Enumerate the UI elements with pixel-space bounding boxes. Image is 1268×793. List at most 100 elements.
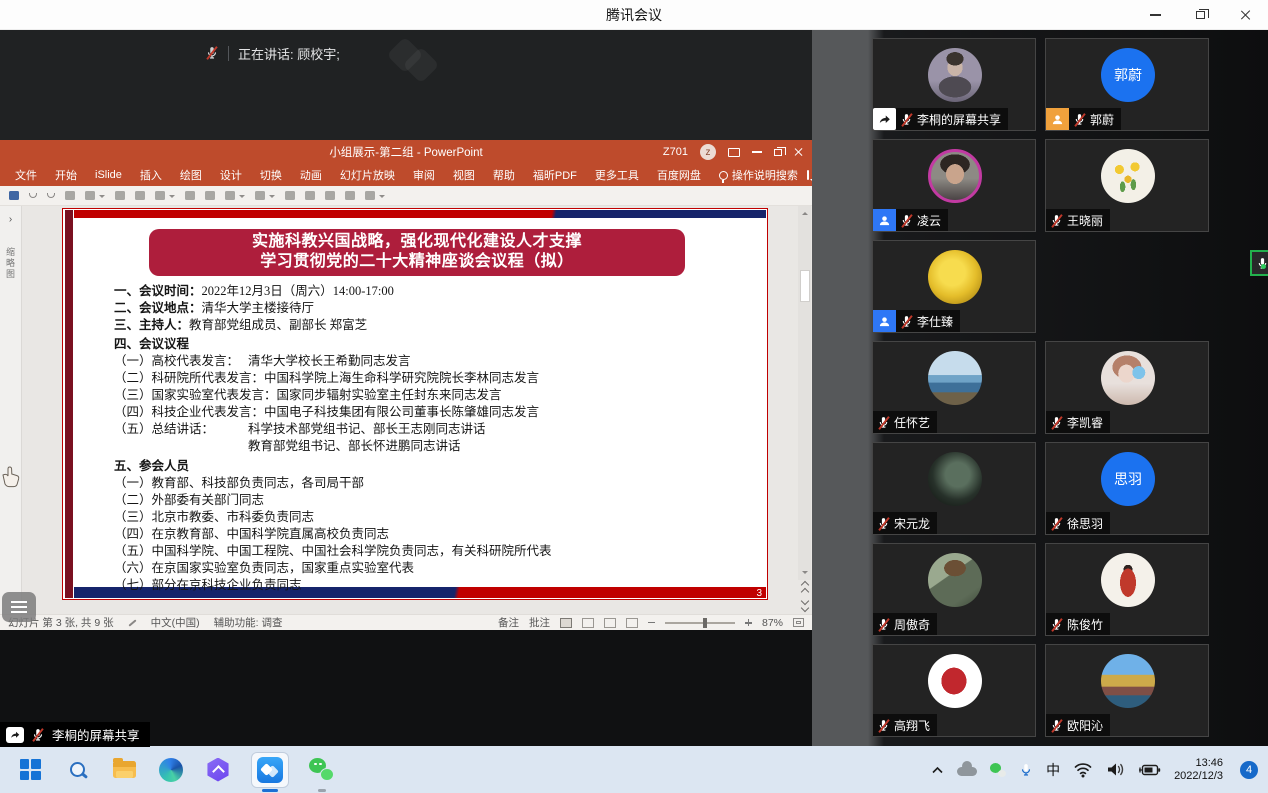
normal-view-icon[interactable]: [560, 618, 572, 628]
dropdown-caret-icon[interactable]: [99, 195, 105, 201]
ribbon-display-options-icon[interactable]: [728, 148, 740, 157]
vertical-scrollbar[interactable]: [798, 206, 811, 580]
ppt-close-icon[interactable]: [794, 147, 804, 157]
search-button[interactable]: [63, 754, 91, 786]
slide-sorter-view-icon[interactable]: [582, 618, 594, 628]
zoom-percent[interactable]: 87%: [762, 617, 783, 629]
participant-tile[interactable]: 陈俊竹: [1045, 543, 1209, 636]
notification-badge[interactable]: 4: [1240, 761, 1258, 779]
redo-icon[interactable]: [47, 193, 55, 198]
text-box-icon[interactable]: [345, 191, 355, 200]
reading-view-icon[interactable]: [604, 618, 616, 628]
thumbnail-pane-collapsed[interactable]: › 缩略图: [0, 206, 22, 614]
tab-insert[interactable]: 插入: [131, 164, 171, 186]
participant-tile[interactable]: 周傲奇: [872, 543, 1036, 636]
restore-button[interactable]: [1178, 0, 1223, 30]
align-center-icon[interactable]: [205, 191, 215, 200]
chart-icon[interactable]: [325, 191, 335, 200]
next-slide-button[interactable]: [802, 598, 808, 611]
clock[interactable]: 13:46 2022/12/3: [1174, 757, 1223, 783]
album-icon[interactable]: [255, 191, 265, 200]
accessibility-status[interactable]: 辅助功能: 调查: [214, 615, 283, 630]
close-button[interactable]: [1223, 0, 1268, 30]
minimize-button[interactable]: [1133, 0, 1178, 30]
shapes-icon[interactable]: [135, 191, 145, 200]
qat-overflow-icon[interactable]: [379, 195, 385, 201]
account-avatar[interactable]: z: [700, 144, 716, 160]
fit-slide-icon[interactable]: [793, 618, 804, 627]
cloud-sync-icon[interactable]: [957, 763, 977, 776]
zoom-slider-knob[interactable]: [703, 618, 707, 628]
slide-canvas[interactable]: 3 实施科教兴国战略，强化现代化建设人才支撑 学习贯彻党的二十大精神座谈会议程（…: [62, 208, 768, 600]
participant-tile[interactable]: 李仕臻: [872, 240, 1036, 333]
slideshow-view-icon[interactable]: [626, 618, 638, 628]
ime-indicator[interactable]: 中: [1046, 760, 1060, 780]
tab-draw[interactable]: 绘图: [171, 164, 211, 186]
participant-tile[interactable]: 任怀艺: [872, 341, 1036, 434]
wechat-taskbar-button[interactable]: [308, 754, 336, 786]
notes-button[interactable]: 备注: [498, 615, 519, 630]
participant-tile[interactable]: 凌云: [872, 139, 1036, 232]
comments-bubble-icon[interactable]: [807, 170, 809, 180]
list-icon[interactable]: [285, 191, 295, 200]
floating-list-widget[interactable]: [2, 592, 36, 622]
comments-button[interactable]: 批注: [529, 615, 550, 630]
battery-charging-icon[interactable]: [1139, 762, 1161, 778]
volume-icon[interactable]: [1106, 761, 1126, 778]
tab-view[interactable]: 视图: [444, 164, 484, 186]
tab-slideshow[interactable]: 幻灯片放映: [331, 164, 404, 186]
scroll-up-icon[interactable]: [802, 209, 808, 215]
align-left-icon[interactable]: [185, 191, 195, 200]
tab-file[interactable]: 文件: [6, 164, 46, 186]
undo-icon[interactable]: [29, 193, 37, 198]
tell-me-search[interactable]: 操作说明搜索: [710, 164, 807, 186]
previous-slide-button[interactable]: [802, 582, 808, 595]
participant-tile[interactable]: 欧阳沁: [1045, 644, 1209, 737]
microphone-tray-icon[interactable]: [1019, 763, 1033, 777]
zoom-slider[interactable]: [665, 622, 735, 624]
participant-tile[interactable]: 高翔飞: [872, 644, 1036, 737]
participant-tile[interactable]: 思羽 徐思羽: [1045, 442, 1209, 535]
participant-tile[interactable]: 郭蔚 郭蔚: [1045, 38, 1209, 131]
start-button[interactable]: [16, 754, 44, 786]
wifi-icon[interactable]: [1073, 761, 1093, 778]
ink-icon[interactable]: [305, 191, 315, 200]
tab-animations[interactable]: 动画: [291, 164, 331, 186]
slideshow-from-start-icon[interactable]: [65, 191, 75, 200]
tab-baidu-netdisk[interactable]: 百度网盘: [648, 164, 710, 186]
picture-icon[interactable]: [225, 191, 235, 200]
dropdown-caret-icon[interactable]: [169, 195, 175, 201]
wechat-tray-icon[interactable]: [990, 763, 1006, 777]
language-status[interactable]: 中文(中国): [151, 615, 200, 630]
participant-tile-speaking[interactable]: 顾校宇: [1250, 250, 1268, 276]
dropdown-caret-icon[interactable]: [239, 195, 245, 201]
participant-tile[interactable]: 宋元龙: [872, 442, 1036, 535]
tab-help[interactable]: 帮助: [484, 164, 524, 186]
save-icon[interactable]: [9, 191, 19, 200]
tencent-meeting-taskbar-button[interactable]: [251, 752, 289, 788]
participant-tile[interactable]: 李桐的屏幕共享: [872, 38, 1036, 131]
tab-transitions[interactable]: 切换: [251, 164, 291, 186]
ppt-minimize-icon[interactable]: [752, 151, 762, 152]
scrollbar-thumb[interactable]: [800, 270, 810, 302]
tab-foxit-pdf[interactable]: 福昕PDF: [524, 164, 586, 186]
hexagon-app-button[interactable]: [204, 754, 232, 786]
participant-tile[interactable]: 王晓丽: [1045, 139, 1209, 232]
zoom-out-icon[interactable]: [648, 622, 655, 624]
scroll-down-icon[interactable]: [802, 571, 808, 577]
paste-icon[interactable]: [115, 191, 125, 200]
tab-home[interactable]: 开始: [46, 164, 86, 186]
tray-chevron-up-icon[interactable]: [931, 765, 944, 775]
tab-more-tools[interactable]: 更多工具: [586, 164, 648, 186]
edge-browser-button[interactable]: [157, 754, 185, 786]
tab-islide[interactable]: iSlide: [86, 164, 131, 186]
dropdown-caret-icon[interactable]: [269, 195, 275, 201]
zoom-in-icon[interactable]: [745, 619, 752, 626]
tab-review[interactable]: 审阅: [404, 164, 444, 186]
merge-shapes-icon[interactable]: [155, 191, 165, 200]
ppt-restore-icon[interactable]: [774, 149, 782, 156]
file-explorer-button[interactable]: [110, 754, 138, 786]
tab-design[interactable]: 设计: [211, 164, 251, 186]
format-painter-icon[interactable]: [85, 191, 95, 200]
participant-tile[interactable]: 李凯睿: [1045, 341, 1209, 434]
